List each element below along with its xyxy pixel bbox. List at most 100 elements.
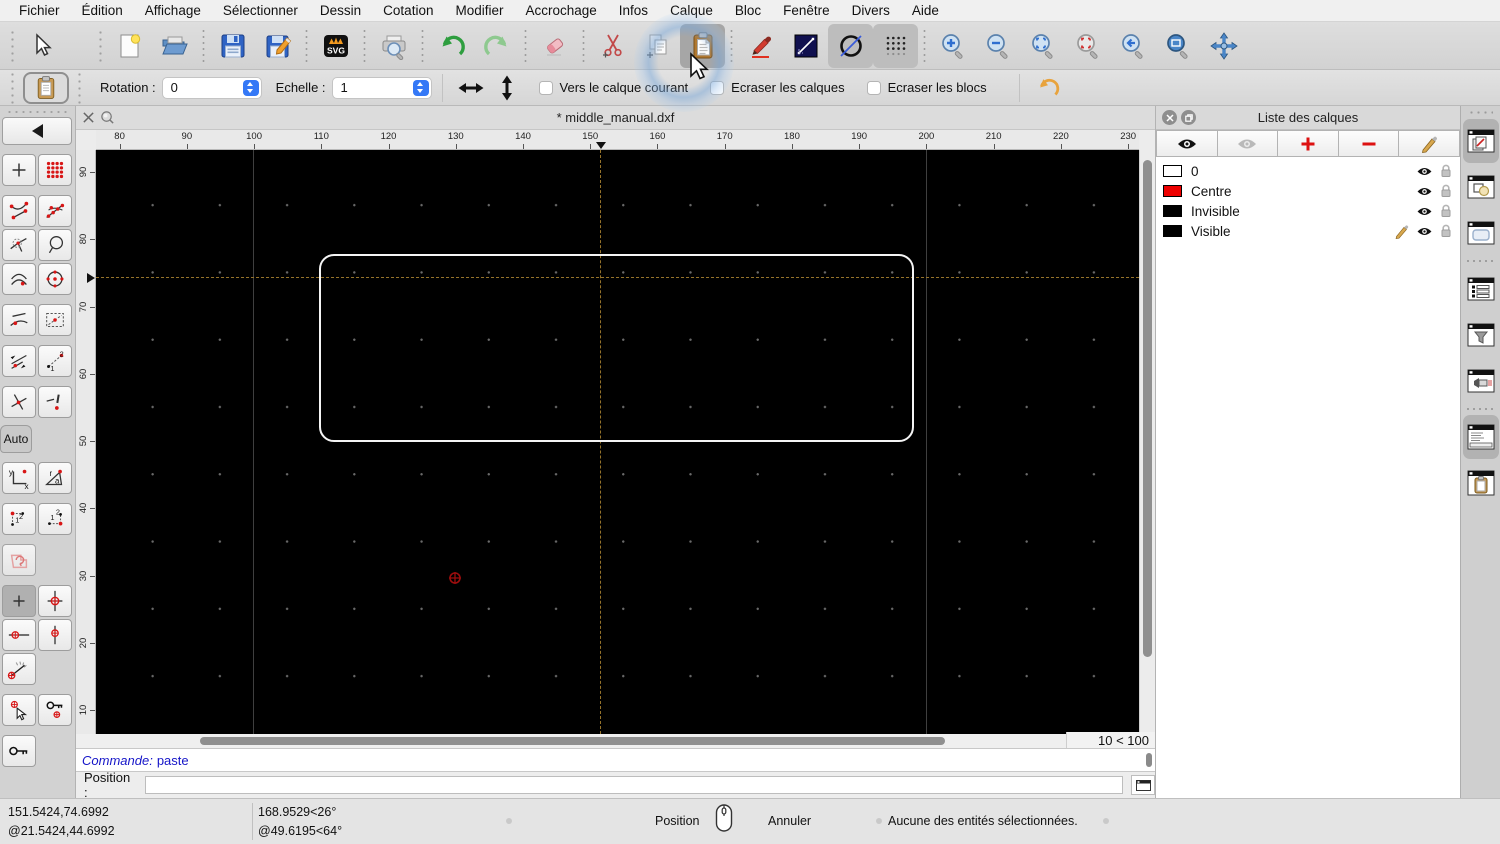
paste-button[interactable] [680,23,725,68]
zoom-auto-button[interactable] [1021,24,1066,68]
menu-item-0[interactable]: Fichier [8,3,71,18]
add-layer-button[interactable] [1278,130,1339,157]
lock-zero-button[interactable] [2,735,36,767]
layer-row-Visible[interactable]: Visible [1156,221,1460,241]
horizontal-scrollbar-thumb[interactable] [200,737,945,745]
layer-lock-icon[interactable] [1440,164,1452,178]
entity-list-widget-button[interactable] [1463,267,1499,311]
zero-marker-plain-button[interactable] [2,585,36,617]
scale-combobox[interactable]: 1 [331,76,432,99]
open-file-button[interactable] [152,24,197,68]
zoom-in-button[interactable] [931,24,976,68]
new-document-button[interactable] [107,24,152,68]
redo-button[interactable] [474,24,519,68]
circle-tool-button[interactable] [828,23,873,68]
undo-button[interactable] [429,24,474,68]
snap-auto-button[interactable]: Auto [0,425,32,453]
zero-marker-horizontal-button[interactable] [2,619,36,651]
layer-visible-eye-icon[interactable] [1416,206,1433,217]
checkbox-box[interactable] [710,80,725,95]
filter-widget-button[interactable] [1463,313,1499,357]
drawing-canvas[interactable] [96,150,1139,734]
menu-item-9[interactable]: Calque [659,3,724,18]
lock-relative-zero-button[interactable] [38,694,72,726]
command-widget-button[interactable] [1463,415,1499,459]
layer-visible-eye-icon[interactable] [1416,186,1433,197]
clipboard-widget-button[interactable] [1463,461,1499,505]
snap-restrict-ortho-button[interactable] [38,304,72,336]
menu-item-7[interactable]: Accrochage [514,3,607,18]
library-browser-widget-button[interactable] [1463,211,1499,255]
menu-item-6[interactable]: Modifier [444,3,514,18]
svg-export-button[interactable]: SVG [313,24,358,68]
checkbox-box[interactable] [538,80,553,95]
snap-intersection-button[interactable] [2,386,36,418]
command-line[interactable]: Commande: paste [76,748,1155,772]
command-scrollbar-thumb[interactable] [1146,753,1152,767]
relative-point-1-2-button[interactable]: 12 [2,503,36,535]
snap-intersection-manual-button[interactable] [38,386,72,418]
layer-row-0[interactable]: 0 [1156,161,1460,181]
zoom-window-button[interactable] [1156,24,1201,68]
snap-tangent-button[interactable] [2,229,36,261]
save-as-button[interactable] [255,24,300,68]
snap-distance-button[interactable] [2,304,36,336]
save-button[interactable] [210,24,255,68]
menu-item-1[interactable]: Édition [71,3,134,18]
undo-paste-button[interactable] [1030,73,1066,103]
checkbox-2[interactable]: Ecraser les blocs [866,80,987,95]
layer-row-Invisible[interactable]: Invisible [1156,201,1460,221]
grid-toggle-button[interactable] [873,23,918,68]
rotation-combobox[interactable]: 0 [161,76,262,99]
pen-tool-button[interactable] [738,24,783,68]
entity-reference-point[interactable] [448,571,462,585]
position-input[interactable] [145,776,1124,794]
menu-item-11[interactable]: Fenêtre [772,3,841,18]
pick-reference-point-button[interactable] [2,694,36,726]
checkbox-box[interactable] [866,80,881,95]
flip-horizontal-button[interactable] [453,73,489,103]
pen-palette-widget-button[interactable] [1463,359,1499,403]
restrict-directions-button[interactable] [2,345,36,377]
cut-button[interactable] [590,24,635,68]
menu-item-5[interactable]: Cotation [372,3,444,18]
print-preview-button[interactable] [371,24,416,68]
palette-back-button[interactable] [2,117,72,145]
relative-point-2-1-button[interactable]: 12 [38,503,72,535]
menu-item-10[interactable]: Bloc [724,3,772,18]
layer-lock-icon[interactable] [1440,204,1452,218]
snap-relative-button[interactable]: 12 [38,345,72,377]
strip-drag-handle[interactable] [1468,110,1493,115]
zoom-pan-button[interactable] [1201,24,1246,68]
checkbox-1[interactable]: Ecraser les calques [710,80,845,95]
zoom-selected-button[interactable] [1066,24,1111,68]
vertical-scrollbar-thumb[interactable] [1143,160,1152,657]
stepper-icon[interactable] [242,79,259,96]
keyboard-toggle-button[interactable] [1131,775,1155,795]
document-titlebar[interactable]: * middle_manual.dxf [76,106,1155,130]
menu-item-12[interactable]: Divers [841,3,901,18]
hide-all-layers-button[interactable] [1217,130,1279,157]
vertical-scrollbar[interactable] [1139,150,1155,734]
stepper-icon[interactable] [412,79,429,96]
show-all-layers-button[interactable] [1156,130,1218,157]
zero-marker-circle-button[interactable] [38,585,72,617]
line-tool-button[interactable] [783,24,828,68]
layer-visible-eye-icon[interactable] [1416,166,1433,177]
checkbox-0[interactable]: Vers le calque courant [538,80,688,95]
snap-center-button[interactable] [38,263,72,295]
coordinate-cartesian-button[interactable]: yx [2,462,36,494]
eraser-button[interactable] [532,24,577,68]
coordinate-polar-button[interactable]: ra [38,462,72,494]
menu-item-13[interactable]: Aide [901,3,950,18]
entity-rounded-rectangle[interactable] [319,254,914,442]
layer-lock-icon[interactable] [1440,224,1452,238]
layer-lock-icon[interactable] [1440,184,1452,198]
remove-layer-button[interactable] [1338,130,1400,157]
flip-vertical-button[interactable] [489,73,525,103]
palette-drag-handle[interactable] [6,109,69,115]
zoom-previous-button[interactable] [1111,24,1156,68]
layer-row-Centre[interactable]: Centre [1156,181,1460,201]
horizontal-scrollbar[interactable] [76,734,1066,748]
snap-grid-button[interactable] [38,154,72,186]
